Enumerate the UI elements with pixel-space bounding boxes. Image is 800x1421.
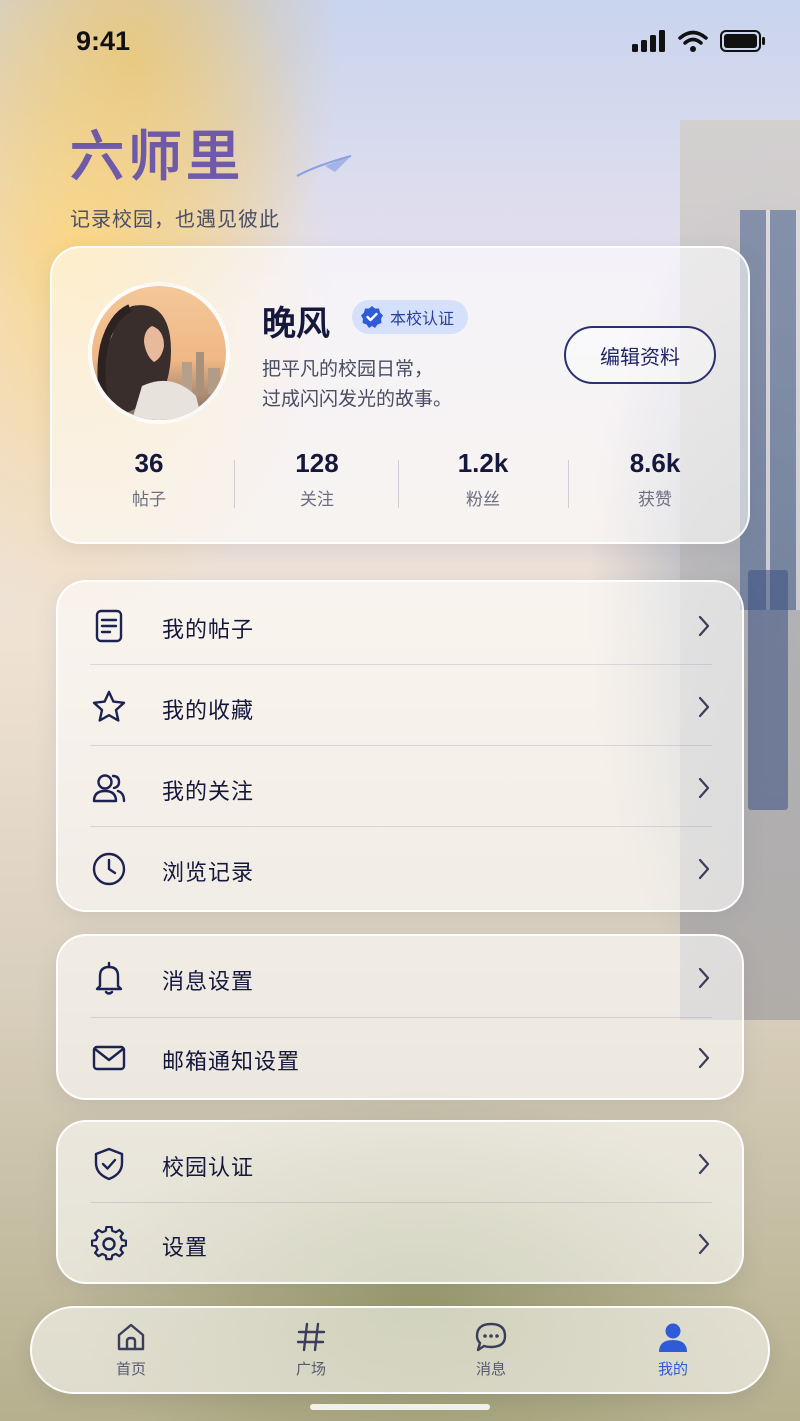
menu-item-my-favorites[interactable]: 我的收藏 (58, 667, 746, 747)
star-icon (92, 690, 126, 722)
tab-square[interactable]: 广场 (266, 1320, 356, 1379)
menu-label: 我的帖子 (162, 618, 255, 643)
menu-divider (90, 826, 712, 827)
stat-label: 关注 (300, 490, 334, 510)
profile-stats: 36 帖子 128 关注 1.2k 粉丝 8.6k 获赞 (52, 448, 752, 518)
status-time: 9:41 (76, 26, 131, 56)
shield-check-icon (94, 1147, 124, 1181)
tab-me[interactable]: 我的 (628, 1320, 718, 1379)
menu-item-browsing-history[interactable]: 浏览记录 (58, 829, 746, 909)
menu-item-message-settings[interactable]: 消息设置 (58, 938, 746, 1018)
signal-icon (632, 30, 665, 52)
chevron-right-icon (698, 1233, 710, 1255)
tab-messages[interactable]: 消息 (446, 1320, 536, 1379)
menu-item-campus-verification[interactable]: 校园认证 (58, 1124, 746, 1204)
menu-label: 我的关注 (162, 780, 255, 805)
chevron-right-icon (698, 858, 710, 880)
menu-group-content: 我的帖子 我的收藏 我的关注 浏览记录 (56, 580, 744, 912)
menu-group-account: 校园认证 设置 (56, 1120, 744, 1284)
users-icon (92, 774, 126, 803)
menu-divider (90, 664, 712, 665)
chevron-right-icon (698, 1047, 710, 1069)
menu-label: 我的收藏 (162, 699, 255, 724)
status-bar: 9:41 (0, 0, 800, 84)
background-banner (748, 570, 788, 810)
menu-label: 邮箱通知设置 (162, 1050, 301, 1075)
wifi-icon (678, 30, 708, 52)
stat-value: 8.6k (629, 448, 681, 478)
edit-profile-button[interactable]: 编辑资料 (564, 326, 716, 384)
bio-line: 过成闪闪发光的故事。 (262, 388, 453, 410)
badge-label: 本校认证 (390, 309, 455, 328)
stat-value: 1.2k (457, 448, 509, 478)
app-logo-title: 六师里 (70, 124, 244, 188)
stat-divider (234, 460, 235, 508)
menu-label: 浏览记录 (162, 861, 255, 886)
stat-divider (568, 460, 569, 508)
tab-home[interactable]: 首页 (86, 1320, 176, 1379)
stat-following[interactable]: 128 关注 (252, 448, 382, 510)
bell-icon (95, 961, 123, 995)
stat-likes[interactable]: 8.6k 获赞 (590, 448, 720, 510)
chat-icon (475, 1322, 507, 1352)
app-slogan: 记录校园，也遇见彼此 (70, 207, 280, 231)
clock-icon (92, 852, 126, 886)
chevron-right-icon (698, 615, 710, 637)
battery-icon (720, 30, 765, 52)
menu-item-settings[interactable]: 设置 (58, 1204, 746, 1284)
chevron-right-icon (698, 967, 710, 989)
stat-value: 128 (295, 448, 339, 478)
user-name: 晚风 (262, 304, 330, 344)
stat-value: 36 (134, 448, 164, 478)
hashtag-icon (296, 1322, 326, 1352)
stat-followers[interactable]: 1.2k 粉丝 (418, 448, 548, 510)
menu-label: 校园认证 (162, 1156, 255, 1181)
stat-posts[interactable]: 36 帖子 (84, 448, 214, 510)
menu-divider (90, 745, 712, 746)
tab-label: 首页 (115, 1360, 146, 1378)
tab-label: 广场 (295, 1360, 326, 1378)
home-indicator (310, 1404, 490, 1410)
menu-group-notifications: 消息设置 邮箱通知设置 (56, 934, 744, 1100)
avatar[interactable] (88, 282, 230, 424)
document-icon (95, 609, 123, 643)
stat-label: 帖子 (132, 490, 166, 510)
menu-divider (90, 1202, 712, 1203)
stat-divider (398, 460, 399, 508)
tab-label: 我的 (657, 1360, 688, 1378)
menu-label: 设置 (162, 1236, 209, 1261)
person-icon (659, 1323, 687, 1352)
status-icons (632, 30, 766, 52)
menu-item-my-following[interactable]: 我的关注 (58, 748, 746, 828)
stat-label: 获赞 (638, 490, 672, 510)
brand-header: 六师里 记录校园，也遇见彼此 (70, 112, 352, 232)
home-icon (117, 1323, 145, 1351)
menu-label: 消息设置 (162, 970, 255, 995)
tab-label: 消息 (475, 1360, 506, 1378)
bio-line: 把平凡的校园日常， (262, 358, 434, 380)
stat-label: 粉丝 (466, 490, 500, 510)
chevron-right-icon (698, 696, 710, 718)
user-bio: 把平凡的校园日常， 过成闪闪发光的故事。 (262, 354, 452, 414)
menu-item-email-notification-settings[interactable]: 邮箱通知设置 (58, 1018, 746, 1098)
mail-icon (92, 1045, 126, 1071)
verified-check-icon (361, 306, 383, 328)
paper-plane-icon (296, 155, 352, 177)
verification-badge: 本校认证 (352, 300, 469, 334)
bottom-tab-bar: 首页 广场 消息 我的 (30, 1306, 770, 1394)
chevron-right-icon (698, 777, 710, 799)
chevron-right-icon (698, 1153, 710, 1175)
gear-icon (91, 1226, 127, 1261)
profile-card: 晚风 本校认证 把平凡的校园日常， 过成闪闪发光的故事。 编辑资料 36 帖子 … (50, 246, 750, 544)
menu-item-my-posts[interactable]: 我的帖子 (58, 586, 746, 666)
